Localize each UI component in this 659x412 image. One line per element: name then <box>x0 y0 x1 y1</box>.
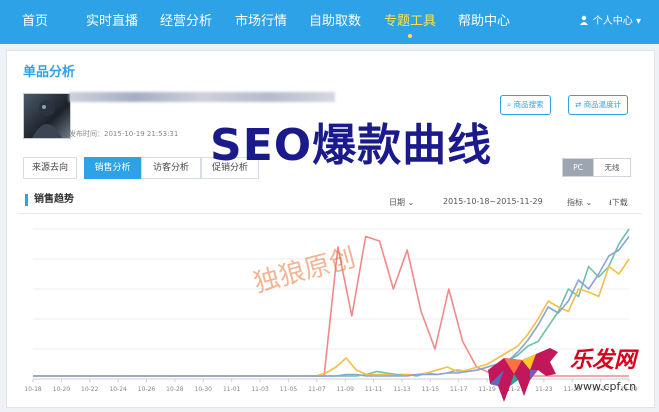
nav-item-topic-tools[interactable]: 专题工具 <box>384 0 436 44</box>
x-tick-label: 10-28 <box>166 386 184 393</box>
logo-url: www.cpf.cn <box>574 380 637 393</box>
product-thermometer-button[interactable]: ⇄ 商品温度计 <box>568 95 629 115</box>
seo-curve-overlay-text: SEO爆款曲线 <box>210 120 493 171</box>
logo-name: 乐发网 <box>570 348 637 373</box>
download-button[interactable]: ⭳下载 <box>609 197 628 211</box>
tab-sales[interactable]: 销售分析 <box>84 157 141 179</box>
product-thumbnail[interactable] <box>23 93 71 139</box>
x-tick-label: 11-15 <box>422 386 440 393</box>
terminal-wireless-toggle[interactable]: 无线 <box>593 158 631 177</box>
x-tick-label: 10-26 <box>138 386 156 393</box>
site-logo: 乐发网 www.cpf.cn <box>484 340 659 410</box>
sales-trend-header: 销售趋势 日期 ⌄ 2015-10-18~2015-11-29 指标 ⌄ ⭳下载 <box>19 189 642 214</box>
tab-visitors[interactable]: 访客分析 <box>141 157 201 179</box>
x-tick-label: 11-17 <box>450 386 468 393</box>
bull-logo-icon <box>488 348 558 402</box>
nav-item-market[interactable]: 市场行情 <box>235 0 287 44</box>
x-tick-label: 11-09 <box>336 386 354 393</box>
product-thermometer-label: 商品温度计 <box>583 100 622 109</box>
chevron-down-icon: ⌄ <box>405 198 415 207</box>
search-icon: ⌕ <box>507 100 512 109</box>
x-tick-label: 10-22 <box>81 386 99 393</box>
x-tick-label: 11-03 <box>251 386 269 393</box>
product-name-blurred <box>69 92 335 102</box>
x-tick-label: 10-24 <box>109 386 127 393</box>
nav-item-self-fetch[interactable]: 自助取数 <box>309 0 361 44</box>
download-label: 下载 <box>611 198 628 207</box>
date-dropdown[interactable]: 日期 ⌄ <box>389 197 414 208</box>
date-label: 日期 <box>389 198 405 207</box>
product-image <box>32 100 62 138</box>
nav-item-home[interactable]: 首页 <box>22 0 48 44</box>
active-indicator <box>408 34 412 38</box>
user-icon <box>579 15 588 25</box>
x-tick-label: 11-11 <box>365 386 383 393</box>
nav-item-help[interactable]: 帮助中心 <box>458 0 510 44</box>
x-tick-label: 11-01 <box>223 386 241 393</box>
user-center-label: 个人中心 <box>592 16 633 27</box>
terminal-pc-toggle[interactable]: PC <box>562 158 594 177</box>
user-center-link[interactable]: 个人中心 ▾ <box>579 0 641 44</box>
x-tick-label: 10-30 <box>195 386 213 393</box>
nav-item-label: 专题工具 <box>384 14 437 29</box>
x-tick-label: 11-05 <box>280 386 298 393</box>
x-tick-label: 11-13 <box>393 386 411 393</box>
nav-item-operation-analysis[interactable]: 经营分析 <box>160 0 212 44</box>
top-nav: 首页 实时直播 经营分析 市场行情 自助取数 专题工具 帮助中心 个人中心 ▾ <box>0 0 659 44</box>
publish-time: 发布时间：2015-10-19 21:53:31 <box>69 130 179 138</box>
product-search-button[interactable]: ⌕ 商品搜索 <box>500 95 551 115</box>
swap-icon: ⇄ <box>575 100 582 109</box>
metric-label: 指标 <box>567 198 583 207</box>
tab-source[interactable]: 来源去向 <box>23 157 77 179</box>
chevron-down-icon: ▾ <box>632 16 641 27</box>
page-title: 单品分析 <box>23 65 76 80</box>
metric-dropdown[interactable]: 指标 ⌄ <box>567 197 592 208</box>
x-tick-label: 10-20 <box>53 386 71 393</box>
x-tick-label: 11-07 <box>308 386 326 393</box>
section-title: 销售趋势 <box>25 194 74 206</box>
chevron-down-icon: ⌄ <box>583 198 593 207</box>
product-search-label: 商品搜索 <box>513 100 544 109</box>
nav-item-live[interactable]: 实时直播 <box>86 0 138 44</box>
date-range[interactable]: 2015-10-18~2015-11-29 <box>443 197 543 206</box>
x-tick-label: 10-18 <box>24 386 42 393</box>
